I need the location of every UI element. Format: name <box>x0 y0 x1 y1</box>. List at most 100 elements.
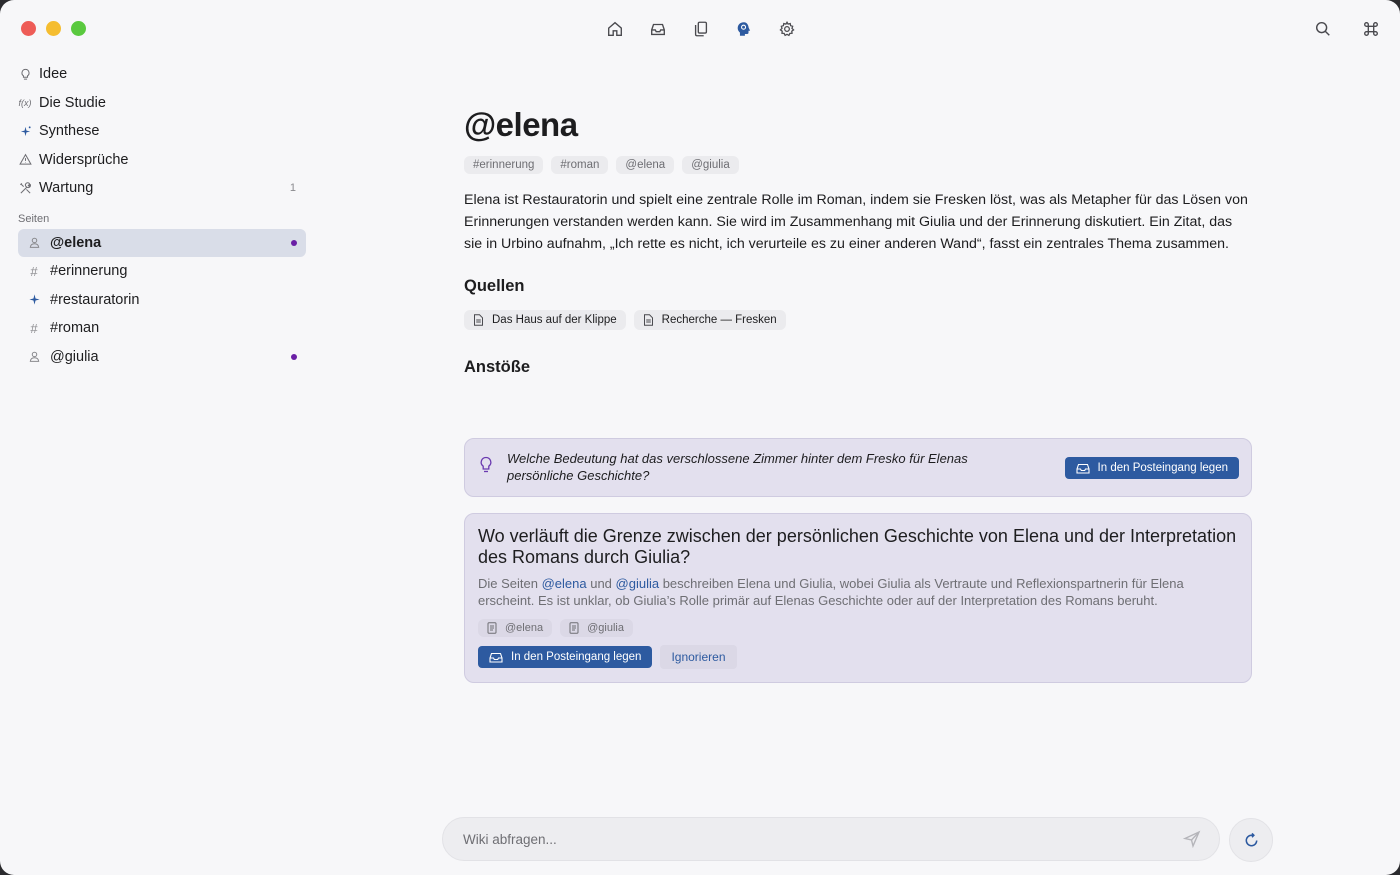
sidebar-item-label: Synthese <box>39 123 100 140</box>
tag-chip[interactable]: @elena <box>616 156 675 174</box>
tag-chip[interactable]: #roman <box>551 156 609 174</box>
page-ref-chip[interactable]: @elena <box>478 619 553 637</box>
sidebar: Idee f(x) Die Studie Synthese Widersprüc… <box>0 60 320 371</box>
sources-heading: Quellen <box>464 277 525 295</box>
prompt-question: Welche Bedeutung hat das verschlossene Z… <box>507 451 968 483</box>
sidebar-item-idee[interactable]: Idee <box>18 60 306 89</box>
prompt-card: Welche Bedeutung hat das verschlossene Z… <box>464 438 1252 497</box>
inbox-icon <box>651 23 665 36</box>
maximize-window-button[interactable] <box>71 21 86 36</box>
send-icon <box>1182 830 1201 849</box>
person-icon <box>27 350 41 364</box>
ignore-button[interactable]: Ignorieren <box>660 645 737 669</box>
window-controls <box>21 21 86 36</box>
hash-icon: # <box>30 263 38 279</box>
sidebar-item-label: Widersprüche <box>39 151 129 168</box>
command-palette-button[interactable] <box>1356 16 1386 42</box>
prompts-heading: Anstöße <box>464 358 530 376</box>
document-icon <box>643 314 653 326</box>
inbox-icon <box>489 652 503 663</box>
document-icon <box>474 314 483 326</box>
app-window: Idee f(x) Die Studie Synthese Widersprüc… <box>0 0 1400 875</box>
unread-dot <box>291 353 297 360</box>
source-chip[interactable]: Recherche — Fresken <box>633 310 786 330</box>
settings-button[interactable] <box>772 16 802 42</box>
sidebar-item-widersprueche[interactable]: Widersprüche <box>18 146 306 175</box>
brain-button[interactable] <box>729 16 759 42</box>
sidebar-page-label: #roman <box>50 320 100 337</box>
page-icon <box>569 622 579 634</box>
page-content: @elena #erinnerung #roman @elena @giulia… <box>464 100 1254 683</box>
referenced-pages: @elena @giulia <box>478 619 1238 637</box>
prompt-card-expanded: Wo verläuft die Grenze zwischen der pers… <box>464 513 1252 683</box>
sidebar-page-label: #erinnerung <box>50 263 128 280</box>
body-text: und <box>586 576 616 591</box>
sidebar-page-elena[interactable]: @elena <box>18 228 306 257</box>
sidebar-item-label: Wartung <box>39 180 94 197</box>
sidebar-page-restauratorin[interactable]: #restauratorin <box>18 286 306 315</box>
sidebar-page-roman[interactable]: # #roman <box>18 314 306 343</box>
page-description: Elena ist Restauratorin und spielt eine … <box>464 192 1248 252</box>
sidebar-page-label: #restauratorin <box>50 291 140 308</box>
maintenance-count-badge: 1 <box>289 182 296 195</box>
hash-icon: # <box>30 320 38 336</box>
search-icon <box>1315 21 1330 36</box>
sidebar-page-label: @elena <box>50 234 102 251</box>
tag-chip[interactable]: #erinnerung <box>464 156 544 174</box>
sidebar-page-erinnerung[interactable]: # #erinnerung <box>18 257 306 286</box>
sidebar-page-giulia[interactable]: @giulia <box>18 343 306 372</box>
page-link-giulia[interactable]: @giulia <box>616 576 660 591</box>
inbox-icon <box>1075 463 1090 474</box>
ref-label: @elena <box>505 622 544 634</box>
sidebar-item-label: Die Studie <box>39 94 106 111</box>
sidebar-item-wartung[interactable]: Wartung 1 <box>18 174 306 203</box>
page-title: @elena <box>464 106 578 143</box>
pages-section-heading: Seiten <box>18 212 50 225</box>
wiki-query-bar <box>442 817 1220 861</box>
gear-icon <box>779 20 795 37</box>
body-text: Die Seiten <box>478 576 542 591</box>
documents-button[interactable] <box>686 16 716 42</box>
sparkle-icon <box>27 293 41 307</box>
sources-list: Das Haus auf der Klippe Recherche — Fres… <box>464 310 1254 330</box>
ref-label: @giulia <box>587 622 624 634</box>
search-button[interactable] <box>1308 16 1338 42</box>
tag-chip[interactable]: @giulia <box>682 156 739 174</box>
source-label: Das Haus auf der Klippe <box>492 314 617 326</box>
sidebar-page-label: @giulia <box>50 348 99 365</box>
sidebar-item-die-studie[interactable]: f(x) Die Studie <box>18 89 306 118</box>
refresh-icon <box>1245 832 1257 846</box>
function-icon: f(x) <box>18 97 32 108</box>
inbox-button[interactable] <box>643 16 673 42</box>
send-button[interactable] <box>1182 830 1201 849</box>
command-icon <box>1364 22 1378 36</box>
page-icon <box>487 622 497 634</box>
page-link-elena[interactable]: @elena <box>542 576 587 591</box>
add-to-inbox-button[interactable]: In den Posteingang legen <box>1064 456 1239 479</box>
tools-icon <box>18 181 32 195</box>
lightbulb-icon <box>18 67 32 81</box>
prompt-question: Wo verläuft die Grenze zwischen der pers… <box>478 526 1237 567</box>
button-label: In den Posteingang legen <box>511 651 642 663</box>
button-label: In den Posteingang legen <box>1097 461 1228 474</box>
page-ref-chip[interactable]: @giulia <box>560 619 633 637</box>
sidebar-item-synthese[interactable]: Synthese <box>18 117 306 146</box>
home-button[interactable] <box>600 16 630 42</box>
source-chip[interactable]: Das Haus auf der Klippe <box>464 310 626 330</box>
close-window-button[interactable] <box>21 21 36 36</box>
refresh-button[interactable] <box>1229 818 1273 862</box>
main-toolbar <box>600 16 802 42</box>
home-icon <box>608 21 622 36</box>
minimize-window-button[interactable] <box>46 21 61 36</box>
tag-list: #erinnerung #roman @elena @giulia <box>464 156 1254 174</box>
prompt-actions: In den Posteingang legen Ignorieren <box>478 645 1238 669</box>
wiki-query-input[interactable] <box>461 830 1183 848</box>
warning-icon <box>18 153 32 167</box>
source-label: Recherche — Fresken <box>661 314 777 326</box>
right-toolbar <box>1308 16 1386 42</box>
sidebar-item-label: Idee <box>39 66 68 83</box>
unread-dot <box>291 239 297 246</box>
documents-icon <box>694 21 708 37</box>
add-to-inbox-button[interactable]: In den Posteingang legen <box>478 646 653 668</box>
sparkle-icon <box>18 124 32 138</box>
